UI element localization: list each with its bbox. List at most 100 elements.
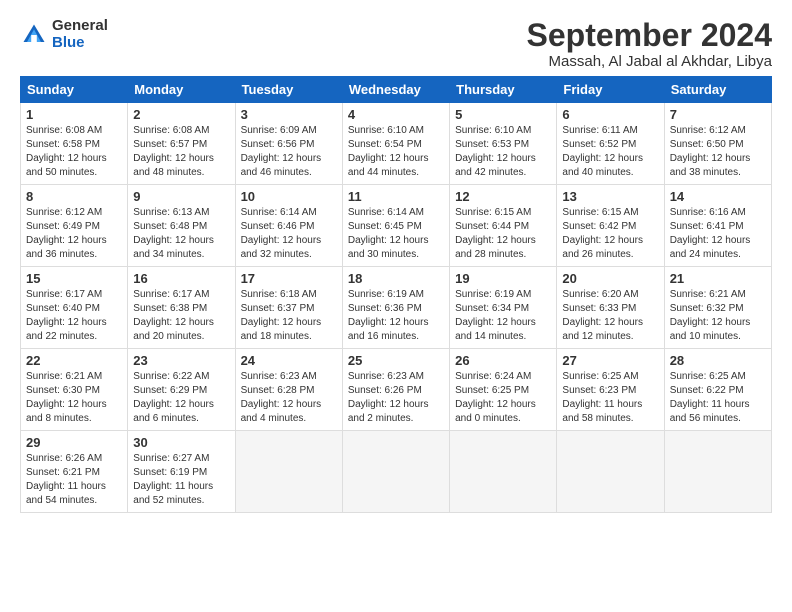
- day-number: 25: [348, 353, 444, 368]
- day-number: 2: [133, 107, 229, 122]
- day-info: Sunrise: 6:20 AMSunset: 6:33 PMDaylight:…: [562, 288, 658, 344]
- table-row: 14 Sunrise: 6:16 AMSunset: 6:41 PMDayligh…: [664, 185, 771, 267]
- day-info: Sunrise: 6:18 AMSunset: 6:37 PMDaylight:…: [241, 288, 337, 344]
- calendar-row: 22Sunrise: 6:21 AMSunset: 6:30 PMDayligh…: [21, 349, 772, 431]
- day-info: Sunrise: 6:13 AMSunset: 6:48 PMDaylight:…: [133, 206, 229, 262]
- table-row: 28 Sunrise: 6:25 AMSunset: 6:22 PMDayligh…: [664, 349, 771, 431]
- calendar-row: 8 Sunrise: 6:12 AMSunset: 6:49 PMDaylight…: [21, 185, 772, 267]
- table-row: 5Sunrise: 6:10 AMSunset: 6:53 PMDaylight…: [450, 103, 557, 185]
- day-info: Sunrise: 6:17 AMSunset: 6:38 PMDaylight:…: [133, 288, 229, 344]
- table-row: [450, 431, 557, 513]
- day-info: Sunrise: 6:23 AMSunset: 6:28 PMDaylight:…: [241, 370, 337, 426]
- table-row: 18 Sunrise: 6:19 AMSunset: 6:36 PMDayligh…: [342, 267, 449, 349]
- col-thursday: Thursday: [450, 77, 557, 103]
- day-number: 21: [670, 271, 766, 286]
- month-title: September 2024: [527, 18, 772, 53]
- table-row: 16 Sunrise: 6:17 AMSunset: 6:38 PMDayligh…: [128, 267, 235, 349]
- day-info: Sunrise: 6:15 AMSunset: 6:42 PMDaylight:…: [562, 206, 658, 262]
- day-number: 1: [26, 107, 122, 122]
- day-info: Sunrise: 6:27 AMSunset: 6:19 PMDaylight:…: [133, 452, 229, 508]
- day-number: 6: [562, 107, 658, 122]
- table-row: 2 Sunrise: 6:08 AMSunset: 6:57 PMDaylight…: [128, 103, 235, 185]
- day-number: 17: [241, 271, 337, 286]
- logo: General Blue: [20, 18, 108, 51]
- day-number: 10: [241, 189, 337, 204]
- table-row: 4 Sunrise: 6:10 AMSunset: 6:54 PMDaylight…: [342, 103, 449, 185]
- day-info: Sunrise: 6:15 AMSunset: 6:44 PMDaylight:…: [455, 206, 551, 262]
- day-number: 5: [455, 107, 551, 122]
- day-number: 18: [348, 271, 444, 286]
- day-number: 12: [455, 189, 551, 204]
- day-info: Sunrise: 6:24 AMSunset: 6:25 PMDaylight:…: [455, 370, 551, 426]
- day-number: 14: [670, 189, 766, 204]
- logo-text: General Blue: [52, 18, 108, 51]
- day-number: 4: [348, 107, 444, 122]
- col-saturday: Saturday: [664, 77, 771, 103]
- day-info: Sunrise: 6:25 AMSunset: 6:23 PMDaylight:…: [562, 370, 658, 426]
- day-info: Sunrise: 6:14 AMSunset: 6:46 PMDaylight:…: [241, 206, 337, 262]
- table-row: 17 Sunrise: 6:18 AMSunset: 6:37 PMDayligh…: [235, 267, 342, 349]
- day-number: 8: [26, 189, 122, 204]
- table-row: 26 Sunrise: 6:24 AMSunset: 6:25 PMDayligh…: [450, 349, 557, 431]
- table-row: 21 Sunrise: 6:21 AMSunset: 6:32 PMDayligh…: [664, 267, 771, 349]
- col-wednesday: Wednesday: [342, 77, 449, 103]
- day-number: 23: [133, 353, 229, 368]
- table-row: 12 Sunrise: 6:15 AMSunset: 6:44 PMDayligh…: [450, 185, 557, 267]
- day-number: 16: [133, 271, 229, 286]
- calendar-row: 1 Sunrise: 6:08 AMSunset: 6:58 PMDaylight…: [21, 103, 772, 185]
- day-info: Sunrise: 6:21 AMSunset: 6:32 PMDaylight:…: [670, 288, 766, 344]
- day-number: 9: [133, 189, 229, 204]
- calendar-row: 15 Sunrise: 6:17 AMSunset: 6:40 PMDayligh…: [21, 267, 772, 349]
- table-row: 27 Sunrise: 6:25 AMSunset: 6:23 PMDayligh…: [557, 349, 664, 431]
- table-row: [235, 431, 342, 513]
- table-row: [557, 431, 664, 513]
- day-info: Sunrise: 6:22 AMSunset: 6:29 PMDaylight:…: [133, 370, 229, 426]
- day-number: 26: [455, 353, 551, 368]
- day-info: Sunrise: 6:25 AMSunset: 6:22 PMDaylight:…: [670, 370, 766, 426]
- day-info: Sunrise: 6:19 AMSunset: 6:36 PMDaylight:…: [348, 288, 444, 344]
- day-info: Sunrise: 6:11 AMSunset: 6:52 PMDaylight:…: [562, 124, 658, 180]
- table-row: 19Sunrise: 6:19 AMSunset: 6:34 PMDayligh…: [450, 267, 557, 349]
- col-friday: Friday: [557, 77, 664, 103]
- day-number: 15: [26, 271, 122, 286]
- day-info: Sunrise: 6:08 AMSunset: 6:57 PMDaylight:…: [133, 124, 229, 180]
- day-number: 28: [670, 353, 766, 368]
- day-info: Sunrise: 6:17 AMSunset: 6:40 PMDaylight:…: [26, 288, 122, 344]
- day-info: Sunrise: 6:14 AMSunset: 6:45 PMDaylight:…: [348, 206, 444, 262]
- day-number: 20: [562, 271, 658, 286]
- table-row: 11 Sunrise: 6:14 AMSunset: 6:45 PMDayligh…: [342, 185, 449, 267]
- day-info: Sunrise: 6:10 AMSunset: 6:54 PMDaylight:…: [348, 124, 444, 180]
- day-number: 27: [562, 353, 658, 368]
- table-row: 29Sunrise: 6:26 AMSunset: 6:21 PMDayligh…: [21, 431, 128, 513]
- day-info: Sunrise: 6:16 AMSunset: 6:41 PMDaylight:…: [670, 206, 766, 262]
- day-number: 30: [133, 435, 229, 450]
- table-row: 9 Sunrise: 6:13 AMSunset: 6:48 PMDaylight…: [128, 185, 235, 267]
- table-row: [342, 431, 449, 513]
- day-info: Sunrise: 6:12 AMSunset: 6:50 PMDaylight:…: [670, 124, 766, 180]
- day-number: 22: [26, 353, 122, 368]
- day-info: Sunrise: 6:08 AMSunset: 6:58 PMDaylight:…: [26, 124, 122, 180]
- header-row: Sunday Monday Tuesday Wednesday Thursday…: [21, 77, 772, 103]
- table-row: 6 Sunrise: 6:11 AMSunset: 6:52 PMDaylight…: [557, 103, 664, 185]
- calendar-row: 29Sunrise: 6:26 AMSunset: 6:21 PMDayligh…: [21, 431, 772, 513]
- logo-icon: [20, 21, 48, 49]
- day-info: Sunrise: 6:12 AMSunset: 6:49 PMDaylight:…: [26, 206, 122, 262]
- col-tuesday: Tuesday: [235, 77, 342, 103]
- table-row: 22Sunrise: 6:21 AMSunset: 6:30 PMDayligh…: [21, 349, 128, 431]
- title-section: September 2024 Massah, Al Jabal al Akhda…: [527, 18, 772, 70]
- day-number: 19: [455, 271, 551, 286]
- page: General Blue September 2024 Massah, Al J…: [0, 0, 792, 523]
- day-number: 11: [348, 189, 444, 204]
- table-row: 10 Sunrise: 6:14 AMSunset: 6:46 PMDayligh…: [235, 185, 342, 267]
- table-row: 30 Sunrise: 6:27 AMSunset: 6:19 PMDayligh…: [128, 431, 235, 513]
- day-number: 13: [562, 189, 658, 204]
- table-row: 8 Sunrise: 6:12 AMSunset: 6:49 PMDaylight…: [21, 185, 128, 267]
- table-row: 25Sunrise: 6:23 AMSunset: 6:26 PMDayligh…: [342, 349, 449, 431]
- table-row: 13 Sunrise: 6:15 AMSunset: 6:42 PMDayligh…: [557, 185, 664, 267]
- day-number: 29: [26, 435, 122, 450]
- header: General Blue September 2024 Massah, Al J…: [20, 18, 772, 70]
- logo-blue: Blue: [52, 35, 108, 52]
- calendar-table: Sunday Monday Tuesday Wednesday Thursday…: [20, 76, 772, 513]
- table-row: 15 Sunrise: 6:17 AMSunset: 6:40 PMDayligh…: [21, 267, 128, 349]
- day-number: 7: [670, 107, 766, 122]
